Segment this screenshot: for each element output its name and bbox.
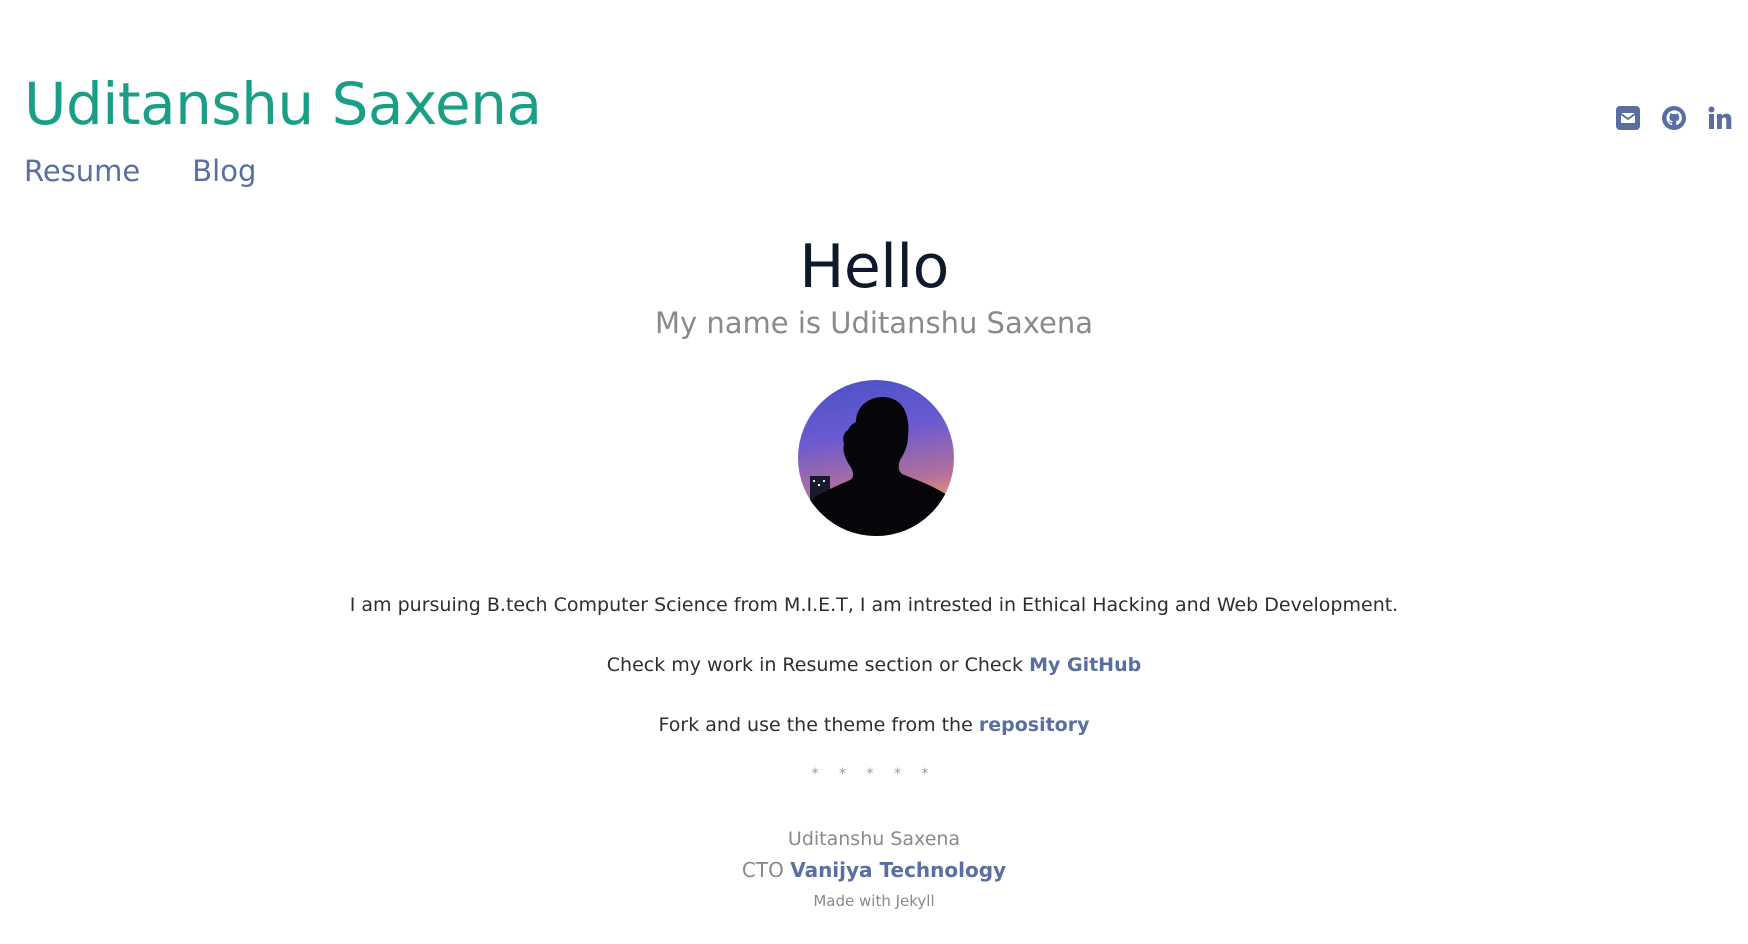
github-icon[interactable] bbox=[1660, 104, 1688, 132]
theme-paragraph: Fork and use the theme from the reposito… bbox=[0, 714, 1748, 736]
hello-heading: Hello bbox=[799, 232, 949, 302]
footer-role: CTO Vanijya Technology bbox=[0, 858, 1748, 882]
intro-paragraph: I am pursuing B.tech Computer Science fr… bbox=[349, 594, 1399, 616]
social-links bbox=[1614, 104, 1734, 132]
company-link[interactable]: Vanijya Technology bbox=[790, 858, 1006, 882]
github-paragraph: Check my work in Resume section or Check… bbox=[0, 654, 1748, 676]
page: Uditanshu Saxena Resume Blog Hello My na… bbox=[0, 0, 1748, 944]
main-nav: Resume Blog bbox=[24, 154, 256, 188]
envelope-icon[interactable] bbox=[1614, 104, 1642, 132]
made-with-jekyll: Made with Jekyll bbox=[813, 892, 935, 910]
site-title[interactable]: Uditanshu Saxena bbox=[24, 70, 542, 138]
nav-resume-link[interactable]: Resume bbox=[24, 154, 140, 188]
intro-subtitle: My name is Uditanshu Saxena bbox=[655, 306, 1093, 340]
theme-paragraph-text: Fork and use the theme from the bbox=[658, 714, 979, 736]
linkedin-icon[interactable] bbox=[1706, 104, 1734, 132]
github-paragraph-text: Check my work in Resume section or Check bbox=[606, 654, 1030, 676]
repository-link[interactable]: repository bbox=[979, 714, 1090, 736]
nav-blog-link[interactable]: Blog bbox=[192, 154, 256, 188]
my-github-link[interactable]: My GitHub bbox=[1029, 654, 1141, 676]
avatar bbox=[798, 380, 954, 536]
footer-role-prefix: CTO bbox=[741, 858, 791, 882]
separator: * * * * * bbox=[811, 766, 937, 782]
footer-name: Uditanshu Saxena bbox=[787, 828, 961, 850]
